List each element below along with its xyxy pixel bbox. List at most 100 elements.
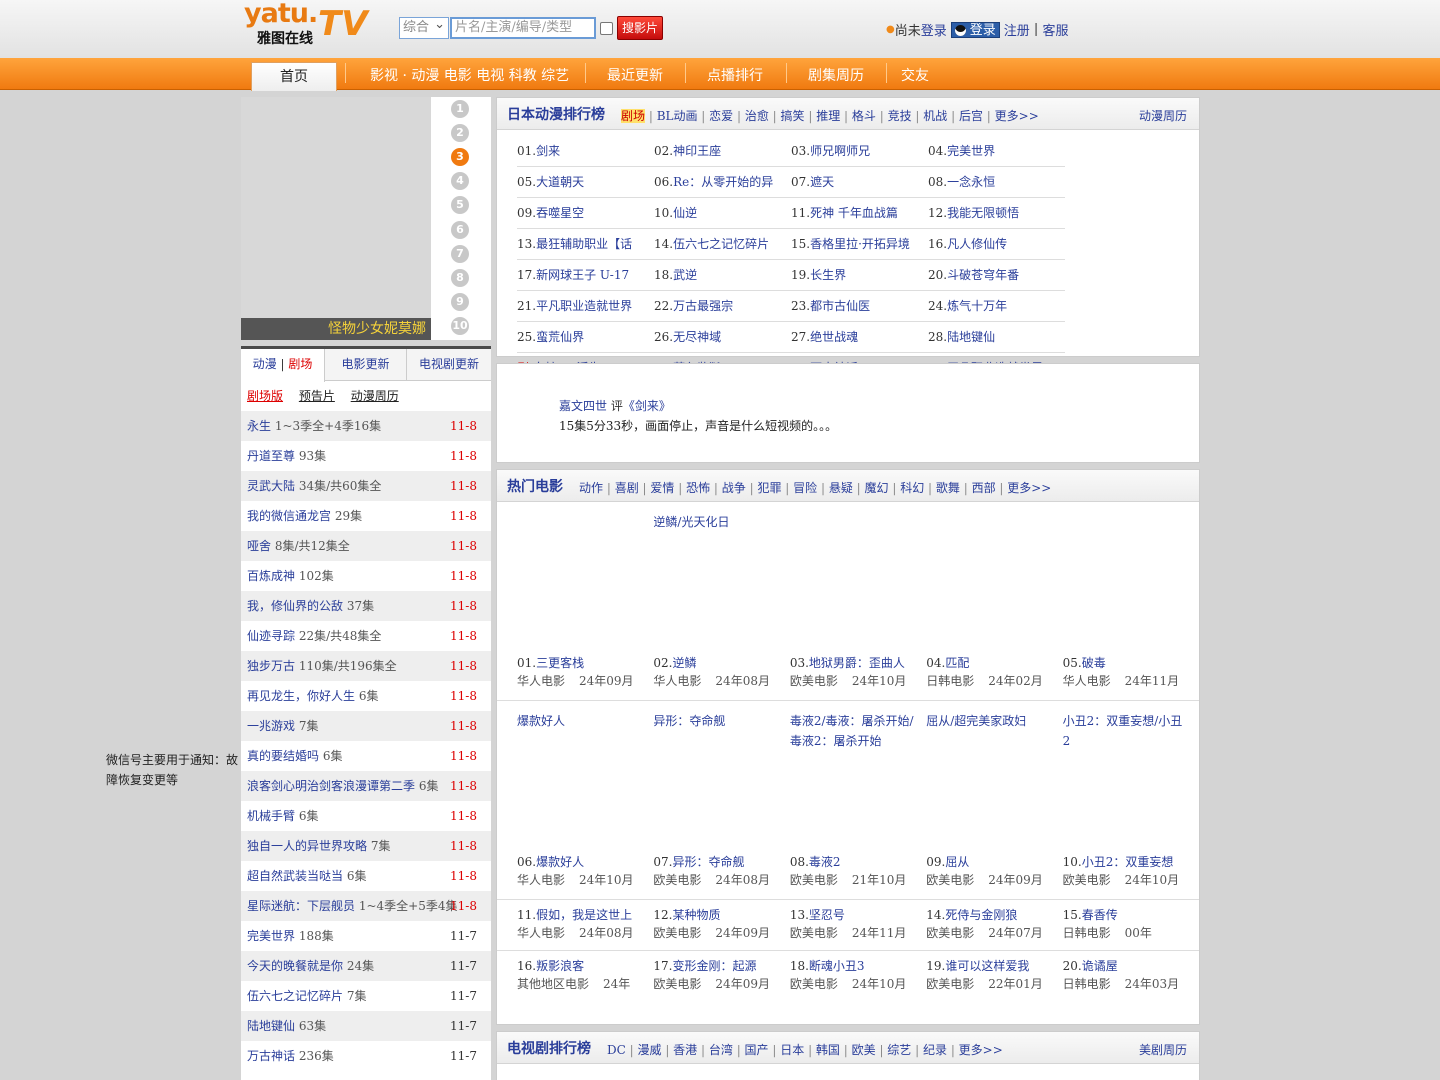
list-item-title[interactable]: 丹道至尊 bbox=[247, 449, 295, 463]
movie-title[interactable]: 屈从 bbox=[945, 855, 969, 869]
list-item-title[interactable]: 百炼成神 bbox=[247, 569, 295, 583]
movie-card[interactable]: 19.谁可以这样爱我 欧美电影 22年01月 bbox=[926, 951, 1062, 1001]
list-item[interactable]: 再见龙生，你好人生 6集 11-8 bbox=[241, 681, 491, 711]
ranking-item[interactable]: 22.万古最强宗 bbox=[654, 291, 791, 322]
movie-card[interactable]: 20.诡谲屋 日韩电影 24年03月 bbox=[1063, 951, 1199, 1001]
ranking-title[interactable]: 师兄啊师兄 bbox=[810, 144, 870, 158]
list-item[interactable]: 完美世界 188集 11-7 bbox=[241, 921, 491, 951]
list-item-title[interactable]: 浪客剑心明治剑客浪漫谭第二季 bbox=[247, 779, 415, 793]
list-item-title[interactable]: 永生 bbox=[247, 419, 271, 433]
login-link[interactable]: 登录 bbox=[921, 20, 947, 39]
ranking-title[interactable]: 陆地键仙 bbox=[947, 330, 995, 344]
list-item[interactable]: 我的微信通龙宫 29集 11-8 bbox=[241, 501, 491, 531]
list-item[interactable]: 陆地键仙 63集 11-7 bbox=[241, 1011, 491, 1041]
movie-title[interactable]: 破毒 bbox=[1082, 656, 1106, 670]
category-link[interactable]: 魔幻 bbox=[865, 481, 889, 495]
category-link[interactable]: 漫威 bbox=[637, 1043, 661, 1057]
category-link[interactable]: 更多>> bbox=[1007, 481, 1051, 495]
movie-title[interactable]: 地狱男爵：歪曲人 bbox=[809, 656, 905, 670]
list-item[interactable]: 浪客剑心明治剑客浪漫谭第二季 6集 11-8 bbox=[241, 771, 491, 801]
nav-item-calendar[interactable]: 剧集周历 bbox=[808, 65, 864, 85]
nav-home[interactable]: 首页 bbox=[251, 62, 337, 91]
ranking-item[interactable]: 11.死神 千年血战篇 bbox=[791, 198, 928, 229]
list-item[interactable]: 丹道至尊 93集 11-8 bbox=[241, 441, 491, 471]
category-link[interactable]: 机战 bbox=[923, 109, 947, 123]
movie-card[interactable]: 15.春香传 日韩电影 00年 bbox=[1063, 900, 1199, 950]
category-link[interactable]: 恋爱 bbox=[709, 109, 733, 123]
ranking-item[interactable]: 09.吞噬星空 bbox=[517, 198, 654, 229]
nav-item-ranking[interactable]: 点播排行 bbox=[707, 65, 763, 85]
movie-title[interactable]: 死侍与金刚狼 bbox=[945, 908, 1017, 922]
movie-title[interactable]: 某种物质 bbox=[673, 908, 721, 922]
ranking-item[interactable]: 06.Re：从零开始的异 bbox=[654, 167, 791, 198]
ranking-item[interactable]: 10.仙逆 bbox=[654, 198, 791, 229]
list-item[interactable]: 我，修仙界的公敌 37集 11-8 bbox=[241, 591, 491, 621]
category-link[interactable]: 战争 bbox=[722, 481, 746, 495]
category-link[interactable]: 剧场 bbox=[621, 109, 646, 123]
ranking-title[interactable]: 我能无限顿悟 bbox=[947, 206, 1019, 220]
ranking-item[interactable]: 26.无尽神域 bbox=[654, 322, 791, 353]
slider-number-7[interactable]: 7 bbox=[451, 244, 469, 263]
movie-card[interactable]: 03.地狱男爵：歪曲人 欧美电影 24年10月 bbox=[790, 502, 926, 700]
ranking-title[interactable]: 最狂辅助职业【话 bbox=[536, 237, 632, 251]
ranking-title[interactable]: 斗破苍穹年番 bbox=[947, 268, 1019, 282]
nav-item-social[interactable]: 交友 bbox=[901, 65, 929, 85]
category-link[interactable]: 搞笑 bbox=[781, 109, 805, 123]
movie-title[interactable]: 变形金刚：起源 bbox=[673, 959, 757, 973]
list-item-title[interactable]: 星际迷航：下层舰员 bbox=[247, 899, 355, 913]
list-item-title[interactable]: 哑舍 bbox=[247, 539, 271, 553]
ranking-title[interactable]: 剑来 bbox=[536, 144, 560, 158]
ranking-title[interactable]: 无尽神域 bbox=[673, 330, 721, 344]
category-link[interactable]: 香港 bbox=[673, 1043, 697, 1057]
movie-card[interactable]: 16.叛影浪客 其他地区电影 24年 bbox=[517, 951, 653, 1001]
category-link[interactable]: 欧美 bbox=[852, 1043, 876, 1057]
ranking-title[interactable]: 武逆 bbox=[673, 268, 697, 282]
ranking-item[interactable]: 07.遮天 bbox=[791, 167, 928, 198]
slider-number-6[interactable]: 6 bbox=[451, 220, 469, 239]
category-link[interactable]: 动作 bbox=[579, 481, 603, 495]
movie-card[interactable]: 17.变形金刚：起源 欧美电影 24年09月 bbox=[653, 951, 789, 1001]
category-link[interactable]: 冒险 bbox=[793, 481, 817, 495]
ranking-title[interactable]: 炼气十万年 bbox=[947, 299, 1007, 313]
category-link[interactable]: 科幻 bbox=[900, 481, 924, 495]
ranking-item[interactable]: 16.凡人修仙传 bbox=[928, 229, 1065, 260]
list-item[interactable]: 一兆游戏 7集 11-8 bbox=[241, 711, 491, 741]
movie-poster[interactable]: 逆鳞/光天化日 bbox=[653, 502, 789, 654]
site-logo[interactable]: yatu. TV 雅图在线 bbox=[244, 0, 370, 47]
ranking-item[interactable]: 13.最狂辅助职业【话 bbox=[517, 229, 654, 260]
movie-poster[interactable] bbox=[1063, 502, 1199, 654]
movie-poster[interactable] bbox=[517, 502, 653, 654]
ranking-title[interactable]: 蛮荒仙界 bbox=[536, 330, 584, 344]
category-link[interactable]: 综艺 bbox=[887, 1043, 911, 1057]
list-item[interactable]: 哑舍 8集/共12集全 11-8 bbox=[241, 531, 491, 561]
movie-title[interactable]: 小丑2：双重妄想 bbox=[1082, 855, 1174, 869]
ranking-title[interactable]: 伍六七之记忆碎片 bbox=[673, 237, 769, 251]
movie-card[interactable]: 小丑2：双重妄想/小丑2 10.小丑2：双重妄想 欧美电影 24年10月 bbox=[1063, 701, 1199, 899]
subtab-theatrical[interactable]: 剧场版 bbox=[247, 389, 283, 403]
ranking-item[interactable]: 25.蛮荒仙界 bbox=[517, 322, 654, 353]
slider-number-8[interactable]: 8 bbox=[451, 268, 469, 287]
ranking-item[interactable]: 27.绝世战魂 bbox=[791, 322, 928, 353]
list-item-title[interactable]: 灵武大陆 bbox=[247, 479, 295, 493]
list-item-title[interactable]: 陆地键仙 bbox=[247, 1019, 295, 1033]
slider-caption[interactable]: 怪物少女妮莫娜 bbox=[241, 318, 431, 340]
category-link[interactable]: 竞技 bbox=[888, 109, 912, 123]
movie-title[interactable]: 逆鳞 bbox=[673, 656, 697, 670]
category-link[interactable]: 歌舞 bbox=[936, 481, 960, 495]
list-item-title[interactable]: 真的要结婚吗 bbox=[247, 749, 319, 763]
category-link[interactable]: 西部 bbox=[972, 481, 996, 495]
ranking-title[interactable]: 都市古仙医 bbox=[810, 299, 870, 313]
list-item[interactable]: 今天的晚餐就是你 24集 11-7 bbox=[241, 951, 491, 981]
ranking-item[interactable]: 04.完美世界 bbox=[928, 136, 1065, 167]
list-item[interactable]: 灵武大陆 34集/共60集全 11-8 bbox=[241, 471, 491, 501]
list-item[interactable]: 独步万古 110集/共196集全 11-8 bbox=[241, 651, 491, 681]
ranking-title[interactable]: 新网球王子 U-17 bbox=[536, 268, 629, 282]
nav-item-recent[interactable]: 最近更新 bbox=[607, 65, 663, 85]
search-button[interactable]: 搜影片 bbox=[617, 16, 663, 40]
movie-card[interactable]: 04.匹配 日韩电影 24年02月 bbox=[926, 502, 1062, 700]
movie-card[interactable]: 毒液2/毒液：屠杀开始/毒液2：屠杀开始 08.毒液2 欧美电影 21年10月 bbox=[790, 701, 926, 899]
category-link[interactable]: 格斗 bbox=[852, 109, 876, 123]
nav-item-categories[interactable]: 影视 · 动漫 电影 电视 科教 综艺 bbox=[370, 65, 569, 85]
list-item-title[interactable]: 仙迹寻踪 bbox=[247, 629, 295, 643]
ranking-title[interactable]: 完美世界 bbox=[947, 144, 995, 158]
